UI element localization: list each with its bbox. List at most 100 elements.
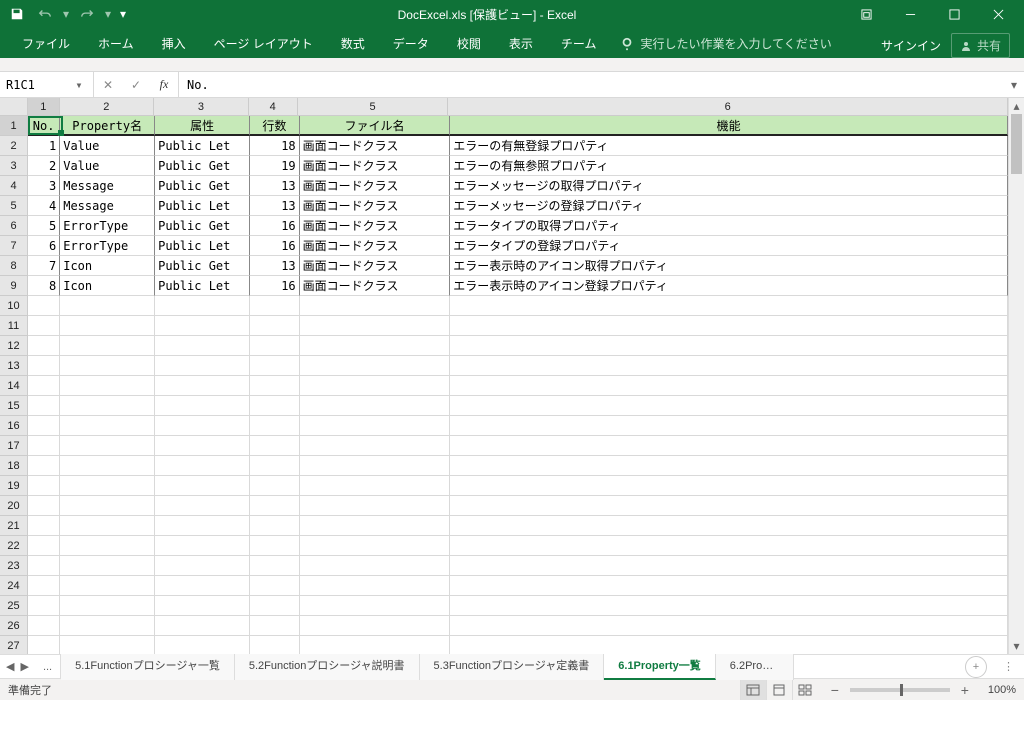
formula-input[interactable]: No. bbox=[179, 72, 1004, 97]
cell[interactable] bbox=[60, 436, 155, 456]
cell[interactable] bbox=[155, 596, 250, 616]
cell[interactable]: エラータイプの取得プロパティ bbox=[450, 216, 1008, 236]
cell[interactable] bbox=[28, 416, 60, 436]
cell[interactable] bbox=[300, 496, 451, 516]
cell[interactable]: 13 bbox=[250, 176, 300, 196]
row-header[interactable]: 15 bbox=[0, 396, 27, 416]
cell[interactable]: 属性 bbox=[155, 116, 250, 136]
pagelayout-view-button[interactable] bbox=[766, 680, 792, 700]
ribbon-tab-pagelayout[interactable]: ページ レイアウト bbox=[200, 29, 327, 58]
cell[interactable]: 画面コードクラス bbox=[300, 276, 451, 296]
cell[interactable] bbox=[250, 516, 300, 536]
cell[interactable]: 6 bbox=[28, 236, 60, 256]
cell[interactable]: エラーメッセージの取得プロパティ bbox=[450, 176, 1008, 196]
cell[interactable] bbox=[300, 396, 451, 416]
cell[interactable] bbox=[250, 636, 300, 654]
ribbon-tab-review[interactable]: 校閲 bbox=[443, 29, 495, 58]
formula-expand-button[interactable]: ▾ bbox=[1004, 72, 1024, 97]
normal-view-button[interactable] bbox=[740, 680, 766, 700]
cell[interactable] bbox=[450, 356, 1008, 376]
cell[interactable] bbox=[450, 416, 1008, 436]
cell[interactable] bbox=[155, 436, 250, 456]
ribbon-display-button[interactable] bbox=[844, 0, 888, 28]
ribbon-tab-file[interactable]: ファイル bbox=[8, 29, 84, 58]
cell[interactable]: ファイル名 bbox=[300, 116, 451, 136]
row-header[interactable]: 4 bbox=[0, 176, 27, 196]
row-header[interactable]: 6 bbox=[0, 216, 27, 236]
cell[interactable]: 1 bbox=[28, 136, 60, 156]
column-header[interactable]: 5 bbox=[298, 98, 449, 115]
cell[interactable]: 画面コードクラス bbox=[300, 176, 451, 196]
cell[interactable]: 行数 bbox=[250, 116, 300, 136]
row-header[interactable]: 23 bbox=[0, 556, 27, 576]
ribbon-tab-data[interactable]: データ bbox=[379, 29, 443, 58]
row-header[interactable]: 27 bbox=[0, 636, 27, 654]
cell[interactable] bbox=[60, 616, 155, 636]
cell[interactable]: 16 bbox=[250, 276, 300, 296]
cell[interactable]: 16 bbox=[250, 216, 300, 236]
cell[interactable] bbox=[28, 576, 60, 596]
cell[interactable] bbox=[155, 476, 250, 496]
cell[interactable]: Value bbox=[60, 156, 155, 176]
column-header[interactable]: 2 bbox=[60, 98, 155, 115]
cell[interactable] bbox=[60, 576, 155, 596]
enter-formula-button[interactable]: ✓ bbox=[122, 78, 150, 92]
cell[interactable]: 画面コードクラス bbox=[300, 236, 451, 256]
name-box[interactable]: R1C1 ▾ bbox=[0, 72, 94, 97]
cell[interactable]: エラーメッセージの登録プロパティ bbox=[450, 196, 1008, 216]
cell[interactable]: 画面コードクラス bbox=[300, 136, 451, 156]
cell[interactable] bbox=[28, 516, 60, 536]
cell[interactable] bbox=[300, 376, 451, 396]
add-sheet-button[interactable]: + bbox=[965, 656, 987, 678]
cell[interactable]: 13 bbox=[250, 196, 300, 216]
cell[interactable] bbox=[60, 536, 155, 556]
cell[interactable] bbox=[28, 296, 60, 316]
cell[interactable] bbox=[60, 496, 155, 516]
cell[interactable] bbox=[300, 636, 451, 654]
cell[interactable] bbox=[450, 596, 1008, 616]
cell[interactable]: エラー表示時のアイコン登録プロパティ bbox=[450, 276, 1008, 296]
cell[interactable]: 16 bbox=[250, 236, 300, 256]
cell[interactable] bbox=[450, 336, 1008, 356]
row-header[interactable]: 24 bbox=[0, 576, 27, 596]
cell[interactable]: ErrorType bbox=[60, 236, 155, 256]
cell[interactable]: Public Let bbox=[155, 136, 250, 156]
cell[interactable] bbox=[28, 596, 60, 616]
cell[interactable]: Public Get bbox=[155, 256, 250, 276]
cell[interactable]: Property名 bbox=[60, 116, 155, 136]
row-header[interactable]: 12 bbox=[0, 336, 27, 356]
cell[interactable]: 2 bbox=[28, 156, 60, 176]
cell[interactable] bbox=[60, 636, 155, 654]
row-header[interactable]: 8 bbox=[0, 256, 27, 276]
name-box-dropdown-icon[interactable]: ▾ bbox=[71, 78, 87, 92]
row-header[interactable]: 22 bbox=[0, 536, 27, 556]
row-header[interactable]: 25 bbox=[0, 596, 27, 616]
cell[interactable] bbox=[450, 496, 1008, 516]
cell[interactable] bbox=[300, 556, 451, 576]
cell[interactable]: 8 bbox=[28, 276, 60, 296]
cell[interactable] bbox=[60, 356, 155, 376]
cell[interactable] bbox=[300, 596, 451, 616]
cell[interactable] bbox=[450, 636, 1008, 654]
cell[interactable] bbox=[450, 476, 1008, 496]
cell[interactable]: 画面コードクラス bbox=[300, 196, 451, 216]
cell[interactable] bbox=[28, 436, 60, 456]
cell[interactable] bbox=[450, 316, 1008, 336]
cell[interactable] bbox=[155, 616, 250, 636]
row-header[interactable]: 7 bbox=[0, 236, 27, 256]
cell[interactable] bbox=[28, 336, 60, 356]
cell[interactable] bbox=[60, 476, 155, 496]
row-header[interactable]: 17 bbox=[0, 436, 27, 456]
row-header[interactable]: 20 bbox=[0, 496, 27, 516]
sheet-tab[interactable]: 6.1Property一覧 bbox=[604, 654, 716, 680]
cell[interactable]: Public Get bbox=[155, 216, 250, 236]
cell[interactable] bbox=[450, 516, 1008, 536]
cell[interactable]: Icon bbox=[60, 256, 155, 276]
cell[interactable] bbox=[250, 456, 300, 476]
row-header[interactable]: 21 bbox=[0, 516, 27, 536]
row-header[interactable]: 5 bbox=[0, 196, 27, 216]
ribbon-tab-home[interactable]: ホーム bbox=[84, 29, 148, 58]
undo-button[interactable] bbox=[32, 2, 58, 26]
row-header[interactable]: 2 bbox=[0, 136, 27, 156]
cell[interactable] bbox=[155, 496, 250, 516]
